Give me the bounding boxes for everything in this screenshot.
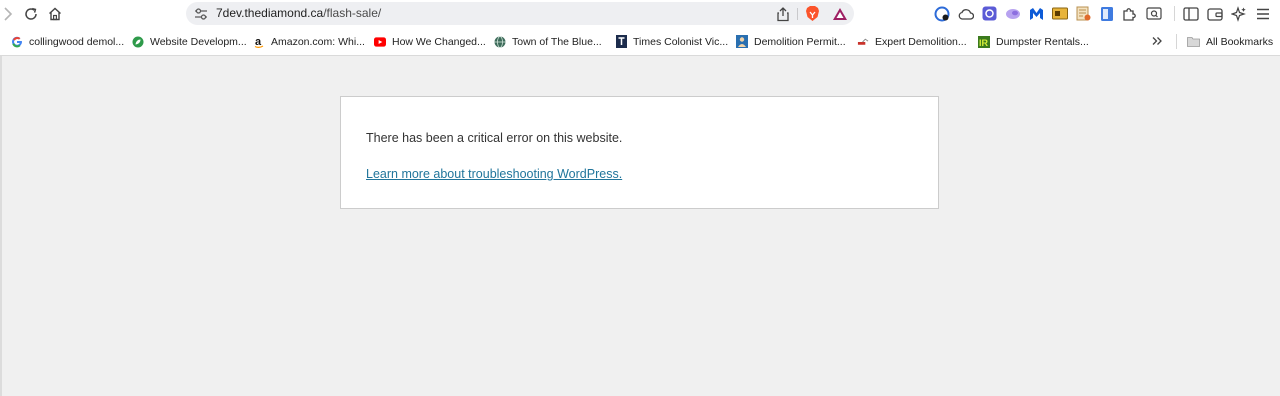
- bookmark-item[interactable]: Website Developm...: [132, 28, 247, 55]
- bookmark-item[interactable]: How We Changed...: [374, 28, 486, 55]
- svg-text:a: a: [255, 36, 262, 48]
- youtube-icon: [374, 36, 386, 48]
- bookmark-label: Town of The Blue...: [512, 35, 602, 48]
- site-settings-icon[interactable]: [194, 7, 208, 20]
- url-text[interactable]: 7dev.thediamond.ca/flash-sale/: [216, 2, 381, 25]
- times-colonist-icon: [615, 35, 627, 48]
- cloud-icon[interactable]: [957, 5, 974, 22]
- person-icon: [736, 35, 748, 48]
- address-bar-divider: [797, 8, 798, 20]
- malwarebytes-icon[interactable]: [1028, 5, 1045, 22]
- forward-icon[interactable]: [1, 5, 15, 23]
- error-message-box: There has been a critical error on this …: [340, 96, 939, 209]
- tr-logo-icon: IR: [978, 35, 990, 48]
- extension-7-icon[interactable]: [1075, 5, 1092, 22]
- bookmark-label: How We Changed...: [392, 35, 486, 48]
- url-host: 7dev.thediamond.ca: [216, 6, 324, 20]
- extension-1-icon[interactable]: [933, 5, 950, 22]
- leo-ai-icon[interactable]: [1230, 5, 1247, 22]
- extension-3-icon[interactable]: [981, 5, 998, 22]
- bookmark-label: Dumpster Rentals...: [996, 35, 1089, 48]
- bookmark-label: collingwood demol...: [29, 35, 125, 48]
- extension-6-icon[interactable]: [1051, 5, 1068, 22]
- bookmark-item[interactable]: Town of The Blue...: [494, 28, 602, 55]
- screenshot-icon[interactable]: [1145, 5, 1162, 22]
- excavator-icon: [857, 36, 869, 48]
- reload-icon[interactable]: [21, 4, 41, 24]
- browser-toolbar: 7dev.thediamond.ca/flash-sale/: [0, 0, 1280, 28]
- all-bookmarks-label: All Bookmarks: [1206, 35, 1274, 48]
- all-bookmarks-button[interactable]: All Bookmarks: [1187, 28, 1273, 55]
- bookmark-label: Times Colonist Vic...: [633, 35, 729, 48]
- toolbar-divider: [1174, 6, 1175, 21]
- extensions-puzzle-icon[interactable]: [1121, 5, 1138, 22]
- extension-4-icon[interactable]: [1004, 5, 1021, 22]
- bookmark-item[interactable]: Demolition Permit...: [736, 28, 846, 55]
- svg-text:IR: IR: [979, 38, 989, 48]
- bookmarks-bar: collingwood demol... Website Developm...…: [0, 28, 1280, 56]
- leaf-icon: [132, 36, 144, 48]
- address-bar[interactable]: 7dev.thediamond.ca/flash-sale/: [186, 2, 854, 25]
- share-icon[interactable]: [775, 6, 791, 22]
- folder-icon: [1187, 36, 1200, 48]
- brave-shields-icon[interactable]: [804, 5, 820, 22]
- bookmark-label: Demolition Permit...: [754, 35, 846, 48]
- extension-8-icon[interactable]: [1098, 5, 1115, 22]
- bookmark-label: Amazon.com: Whi...: [271, 35, 365, 48]
- more-bookmarks-icon[interactable]: [1151, 35, 1163, 47]
- home-icon[interactable]: [45, 4, 65, 24]
- google-icon: [11, 36, 23, 48]
- page-edge: [0, 56, 2, 396]
- menu-icon[interactable]: [1254, 5, 1271, 22]
- url-path: /flash-sale/: [323, 6, 382, 20]
- bookmark-label: Expert Demolition...: [875, 35, 967, 48]
- bookmark-item[interactable]: Times Colonist Vic...: [615, 28, 728, 55]
- bookmark-item[interactable]: IR Dumpster Rentals...: [978, 28, 1089, 55]
- globe-icon: [494, 35, 506, 48]
- troubleshooting-link[interactable]: Learn more about troubleshooting WordPre…: [366, 167, 622, 181]
- bookmarks-divider: [1176, 34, 1177, 49]
- bookmark-item[interactable]: collingwood demol...: [11, 28, 124, 55]
- wallet-icon[interactable]: [1206, 5, 1223, 22]
- bookmark-item[interactable]: a Amazon.com: Whi...: [253, 28, 365, 55]
- critical-error-message: There has been a critical error on this …: [366, 131, 623, 145]
- sidebar-icon[interactable]: [1182, 5, 1199, 22]
- brave-rewards-icon[interactable]: [831, 6, 848, 21]
- bookmark-item[interactable]: Expert Demolition...: [857, 28, 967, 55]
- bookmark-label: Website Developm...: [150, 35, 247, 48]
- amazon-icon: a: [253, 36, 265, 48]
